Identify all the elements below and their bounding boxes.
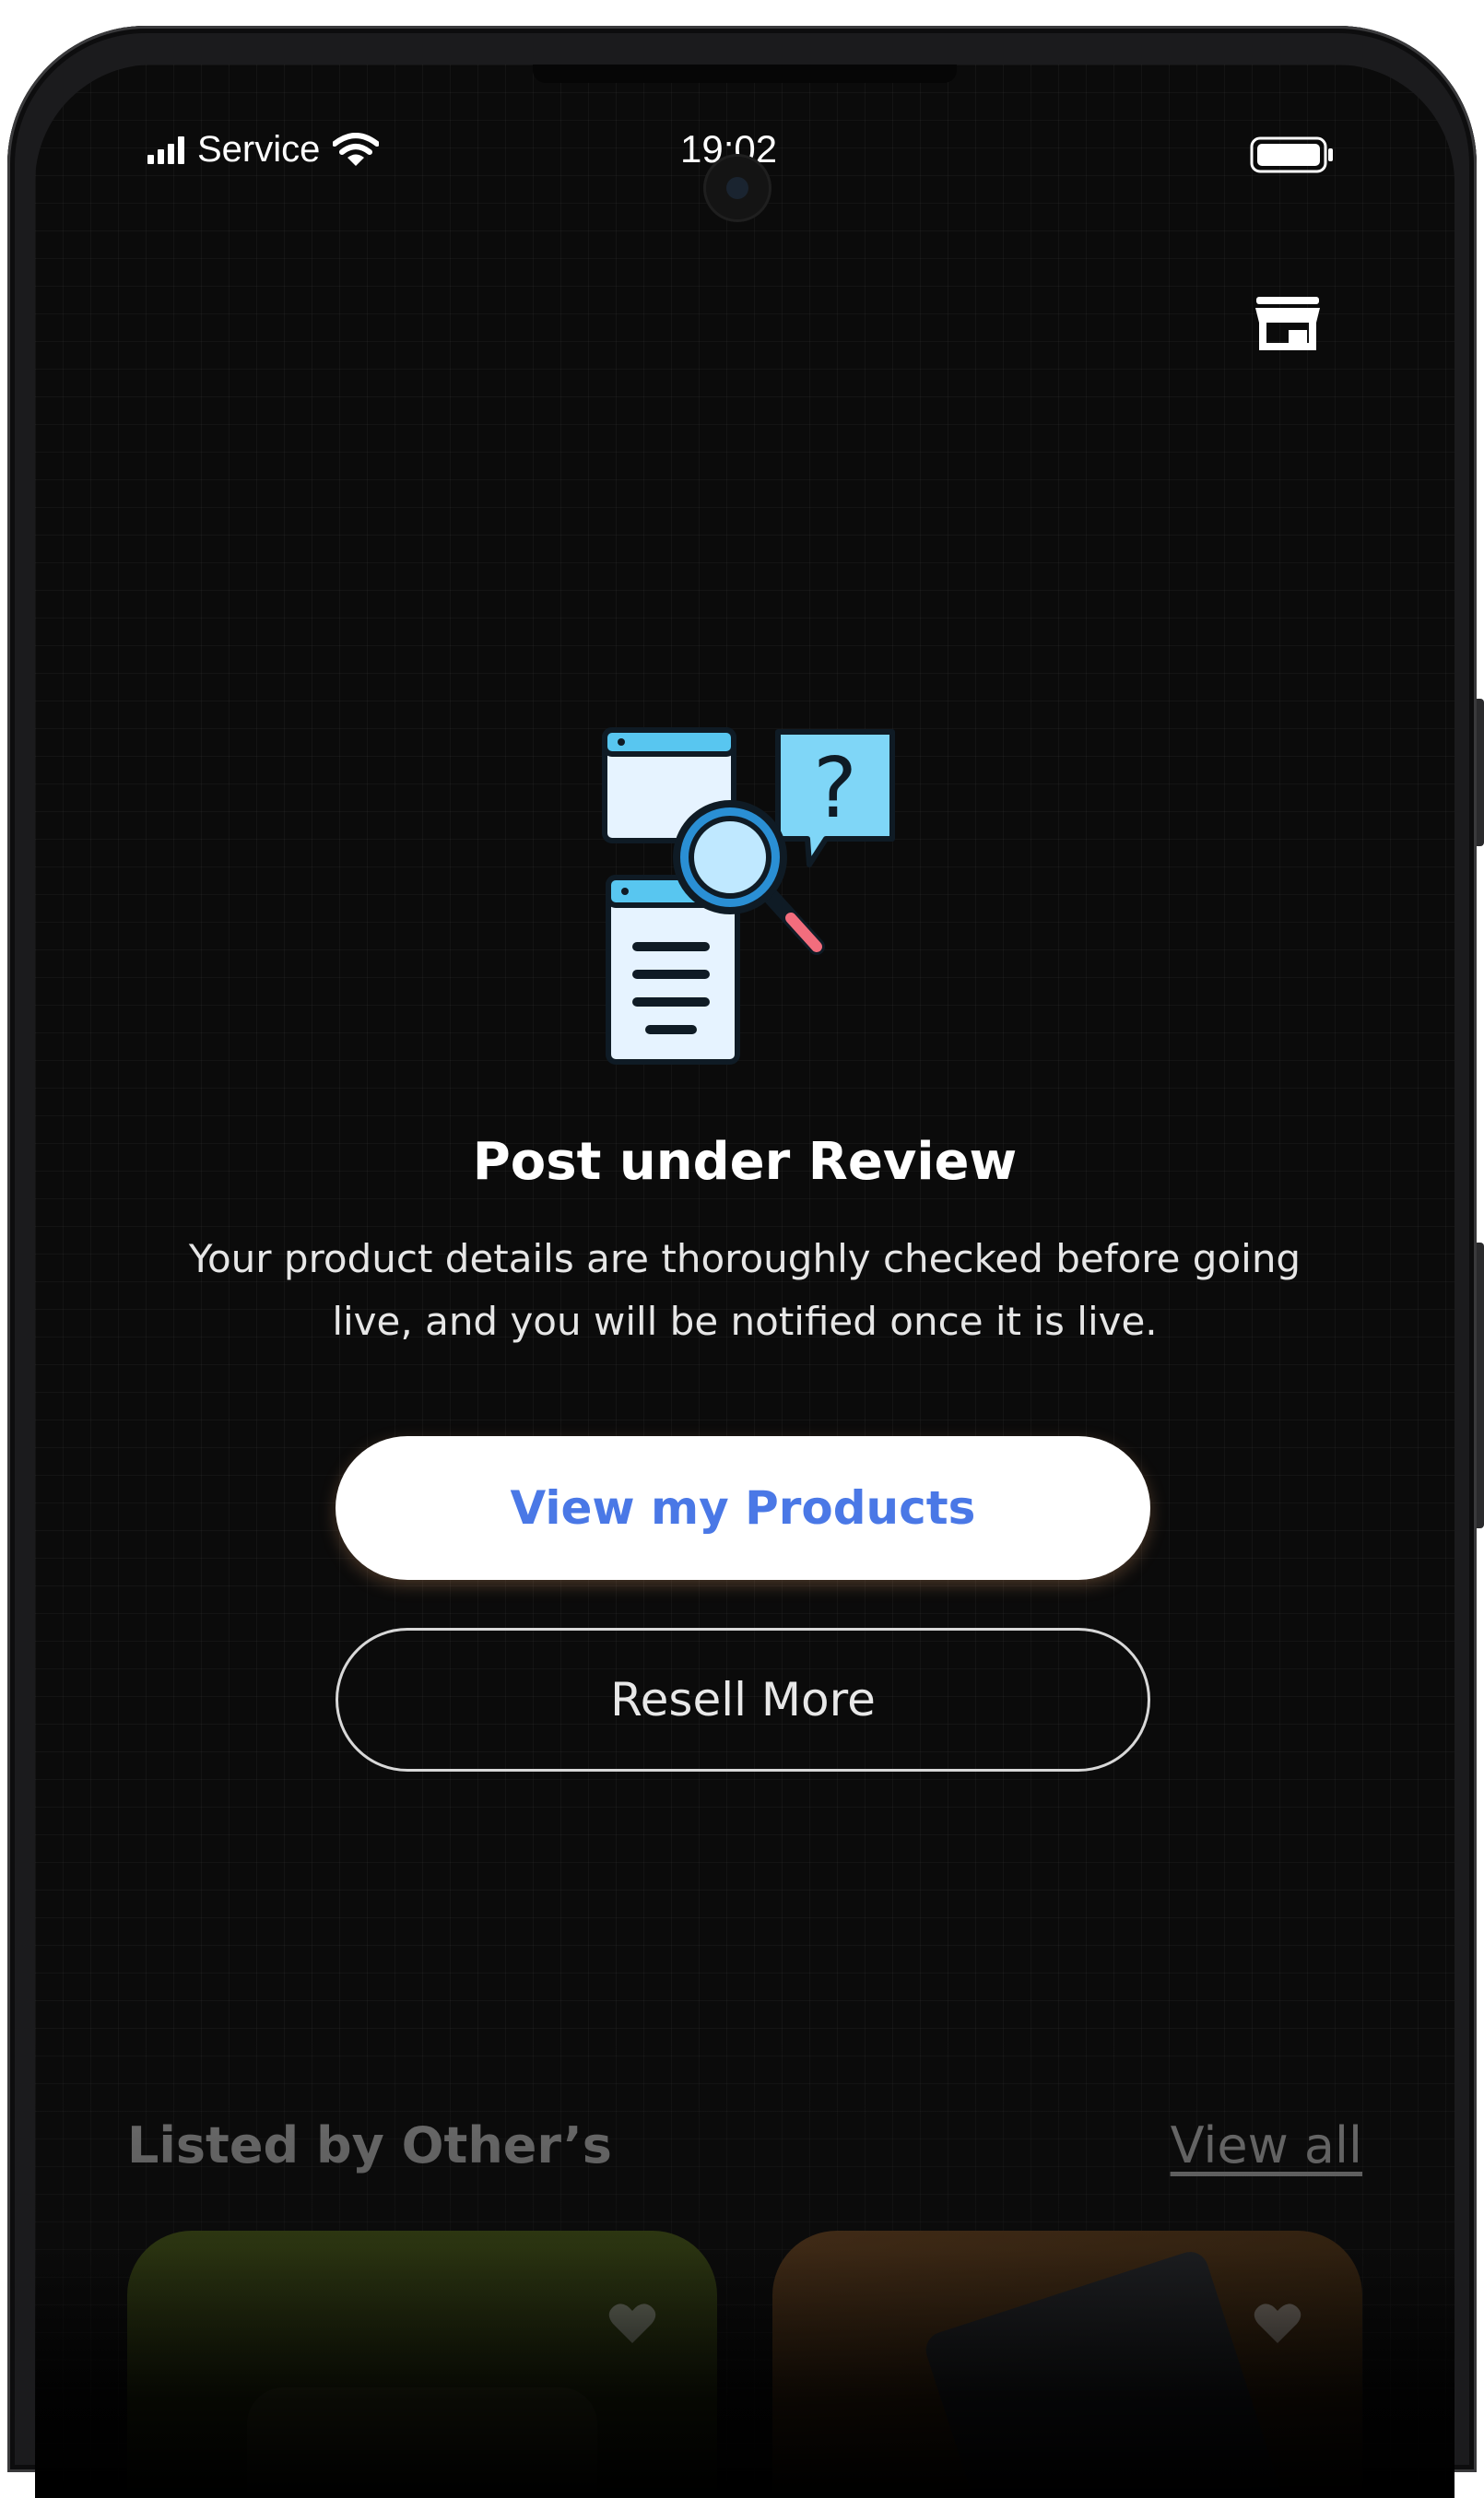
view-all-link[interactable]: View all <box>1171 2116 1362 2174</box>
store-icon[interactable] <box>1254 295 1322 352</box>
power-button <box>1477 1243 1484 1528</box>
product-image <box>247 2387 597 2498</box>
wifi-icon <box>333 132 380 166</box>
phone-frame: Service 19:02 ? Post under Review Your p… <box>7 26 1484 2498</box>
review-illustration-icon: ? <box>602 727 895 1065</box>
resell-more-button[interactable]: Resell More <box>336 1628 1150 1772</box>
battery-icon <box>1250 136 1333 173</box>
review-description-line: Your product details are thoroughly chec… <box>188 1236 1301 1281</box>
volume-button <box>1477 699 1484 846</box>
status-left: Service <box>147 129 380 171</box>
front-camera <box>706 157 769 219</box>
view-my-products-button[interactable]: View my Products <box>336 1436 1150 1580</box>
heart-icon[interactable] <box>1254 2303 1301 2345</box>
app-screen: Service 19:02 ? Post under Review Your p… <box>35 65 1455 2498</box>
svg-text:?: ? <box>813 740 857 837</box>
listed-by-others-heading: Listed by Other’s <box>127 2116 612 2174</box>
signal-icon <box>147 136 184 164</box>
heart-icon[interactable] <box>608 2303 656 2345</box>
status-bar: Service 19:02 <box>35 65 1455 219</box>
review-title: Post under Review <box>472 1132 1018 1192</box>
review-description: Your product details are thoroughly chec… <box>155 1228 1335 1353</box>
product-card[interactable] <box>772 2231 1362 2498</box>
carrier-label: Service <box>197 129 321 170</box>
product-image <box>921 2246 1288 2498</box>
product-card[interactable] <box>127 2231 717 2498</box>
review-description-line: live, and you will be notified once it i… <box>332 1299 1158 1344</box>
